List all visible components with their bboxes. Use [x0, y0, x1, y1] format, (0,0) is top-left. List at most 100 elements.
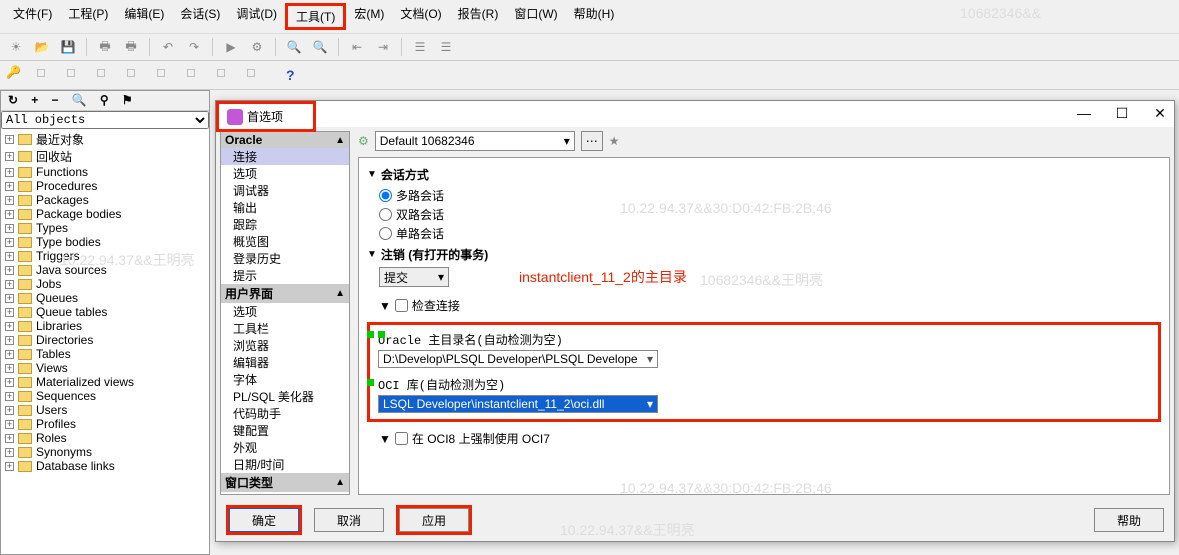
tree-item[interactable]: +Queue tables [3, 305, 207, 319]
tree-item[interactable]: +Tables [3, 347, 207, 361]
help-button[interactable]: 帮助 [1094, 508, 1164, 532]
category-item[interactable]: 编辑器 [221, 354, 349, 371]
cancel-button[interactable]: 取消 [314, 508, 384, 532]
tree-item[interactable]: +Views [3, 361, 207, 375]
find-icon[interactable]: 🔍 [284, 37, 304, 57]
debug-icon[interactable]: ⚙ [247, 37, 267, 57]
menu-macro[interactable]: 宏(M) [346, 3, 392, 30]
menu-window[interactable]: 窗口(W) [506, 3, 565, 30]
profile-browse-button[interactable]: ⋯ [581, 131, 603, 151]
tree-item[interactable]: +Package bodies [3, 207, 207, 221]
radio-dual[interactable]: 双路会话 [379, 206, 1161, 223]
flag-icon[interactable]: ⚑ [122, 93, 133, 107]
bin-icon[interactable]: 🔍 [72, 93, 87, 107]
apply-button[interactable]: 应用 [399, 508, 469, 532]
print-icon[interactable]: 🖶 [95, 37, 115, 57]
help-icon[interactable]: ? [286, 67, 295, 83]
radio-multi[interactable]: 多路会话 [379, 187, 1161, 204]
menu-debug[interactable]: 调试(D) [228, 3, 285, 30]
tree-item[interactable]: +Sequences [3, 389, 207, 403]
print2-icon[interactable]: 🖶 [121, 37, 141, 57]
plus-icon[interactable]: + [31, 93, 38, 107]
maximize-icon[interactable]: ☐ [1112, 105, 1132, 122]
tb2-4-icon[interactable]: ◻ [126, 65, 146, 85]
close-icon[interactable]: ✕ [1150, 105, 1170, 122]
category-header[interactable]: Oracle▲ [221, 132, 349, 148]
category-header[interactable]: 窗口类型▲ [221, 473, 349, 492]
tree-item[interactable]: +Libraries [3, 319, 207, 333]
force-oci7-check[interactable]: ▼ 在 OCI8 上强制使用 OCI7 [379, 430, 1161, 447]
misc2-icon[interactable]: ☰ [436, 37, 456, 57]
category-item[interactable]: 输出 [221, 199, 349, 216]
tree-item[interactable]: +Java sources [3, 263, 207, 277]
category-item[interactable]: 提示 [221, 267, 349, 284]
menu-document[interactable]: 文档(O) [392, 3, 449, 30]
refresh-icon[interactable]: ↻ [8, 93, 18, 107]
undo-icon[interactable]: ↶ [158, 37, 178, 57]
tb2-5-icon[interactable]: ◻ [156, 65, 176, 85]
category-item[interactable]: 外观 [221, 439, 349, 456]
tree-item[interactable]: +Jobs [3, 277, 207, 291]
commit-select[interactable]: 提交▾ [379, 267, 449, 287]
category-item[interactable]: 概览图 [221, 233, 349, 250]
tree-item[interactable]: +Queues [3, 291, 207, 305]
tree-item[interactable]: +Materialized views [3, 375, 207, 389]
tree-item[interactable]: +Synonyms [3, 445, 207, 459]
key-icon[interactable]: 🔑 [6, 65, 26, 85]
menu-session[interactable]: 会话(S) [172, 3, 228, 30]
menu-project[interactable]: 工程(P) [60, 3, 116, 30]
tree-item[interactable]: +Directories [3, 333, 207, 347]
tb2-8-icon[interactable]: ◻ [246, 65, 266, 85]
tree-item[interactable]: +最近对象 [3, 131, 207, 148]
object-filter-select[interactable]: All objects [1, 111, 209, 129]
outdent-icon[interactable]: ⇥ [373, 37, 393, 57]
object-tree[interactable]: +最近对象+回收站+Functions+Procedures+Packages+… [1, 129, 209, 554]
category-item[interactable]: 选项 [221, 165, 349, 182]
indent-icon[interactable]: ⇤ [347, 37, 367, 57]
tb2-7-icon[interactable]: ◻ [216, 65, 236, 85]
tb2-3-icon[interactable]: ◻ [96, 65, 116, 85]
tree-item[interactable]: +Roles [3, 431, 207, 445]
menu-help[interactable]: 帮助(H) [566, 3, 623, 30]
redo-icon[interactable]: ↷ [184, 37, 204, 57]
tree-item[interactable]: +Triggers [3, 249, 207, 263]
menu-report[interactable]: 报告(R) [450, 3, 507, 30]
minimize-icon[interactable]: — [1074, 105, 1094, 122]
menu-tools[interactable]: 工具(T) [285, 3, 346, 30]
category-item[interactable]: 连接 [221, 148, 349, 165]
category-item[interactable]: 日期/时间 [221, 456, 349, 473]
category-item[interactable]: 程序窗口 [221, 492, 349, 495]
category-panel[interactable]: Oracle▲连接选项调试器输出跟踪概览图登录历史提示用户界面▲选项工具栏浏览器… [220, 131, 350, 495]
save-icon[interactable]: 💾 [58, 37, 78, 57]
misc-icon[interactable]: ☰ [410, 37, 430, 57]
category-item[interactable]: 选项 [221, 303, 349, 320]
category-header[interactable]: 用户界面▲ [221, 284, 349, 303]
tree-item[interactable]: +Types [3, 221, 207, 235]
star-icon[interactable]: ★ [609, 134, 620, 148]
profile-select[interactable]: Default 10682346▾ [375, 131, 575, 151]
category-item[interactable]: PL/SQL 美化器 [221, 388, 349, 405]
menu-file[interactable]: 文件(F) [5, 3, 60, 30]
open-icon[interactable]: 📂 [32, 37, 52, 57]
menu-edit[interactable]: 编辑(E) [116, 3, 172, 30]
tree-item[interactable]: +Users [3, 403, 207, 417]
oci-lib-input[interactable]: LSQL Developer\instantclient_11_2\oci.dl… [378, 395, 658, 413]
category-item[interactable]: 登录历史 [221, 250, 349, 267]
tree-item[interactable]: +Packages [3, 193, 207, 207]
tool-icon[interactable]: ⚲ [100, 93, 109, 107]
tree-item[interactable]: +Functions [3, 165, 207, 179]
category-item[interactable]: 调试器 [221, 182, 349, 199]
tb2-1-icon[interactable]: ◻ [36, 65, 56, 85]
category-item[interactable]: 工具栏 [221, 320, 349, 337]
category-item[interactable]: 浏览器 [221, 337, 349, 354]
oracle-home-input[interactable]: D:\Develop\PLSQL Developer\PLSQL Develop… [378, 350, 658, 368]
tree-item[interactable]: +回收站 [3, 148, 207, 165]
tree-item[interactable]: +Profiles [3, 417, 207, 431]
radio-single[interactable]: 单路会话 [379, 225, 1161, 242]
run-icon[interactable]: ▶ [221, 37, 241, 57]
category-item[interactable]: 键配置 [221, 422, 349, 439]
minus-icon[interactable]: − [51, 93, 58, 107]
category-item[interactable]: 跟踪 [221, 216, 349, 233]
ok-button[interactable]: 确定 [229, 508, 299, 532]
tree-item[interactable]: +Procedures [3, 179, 207, 193]
